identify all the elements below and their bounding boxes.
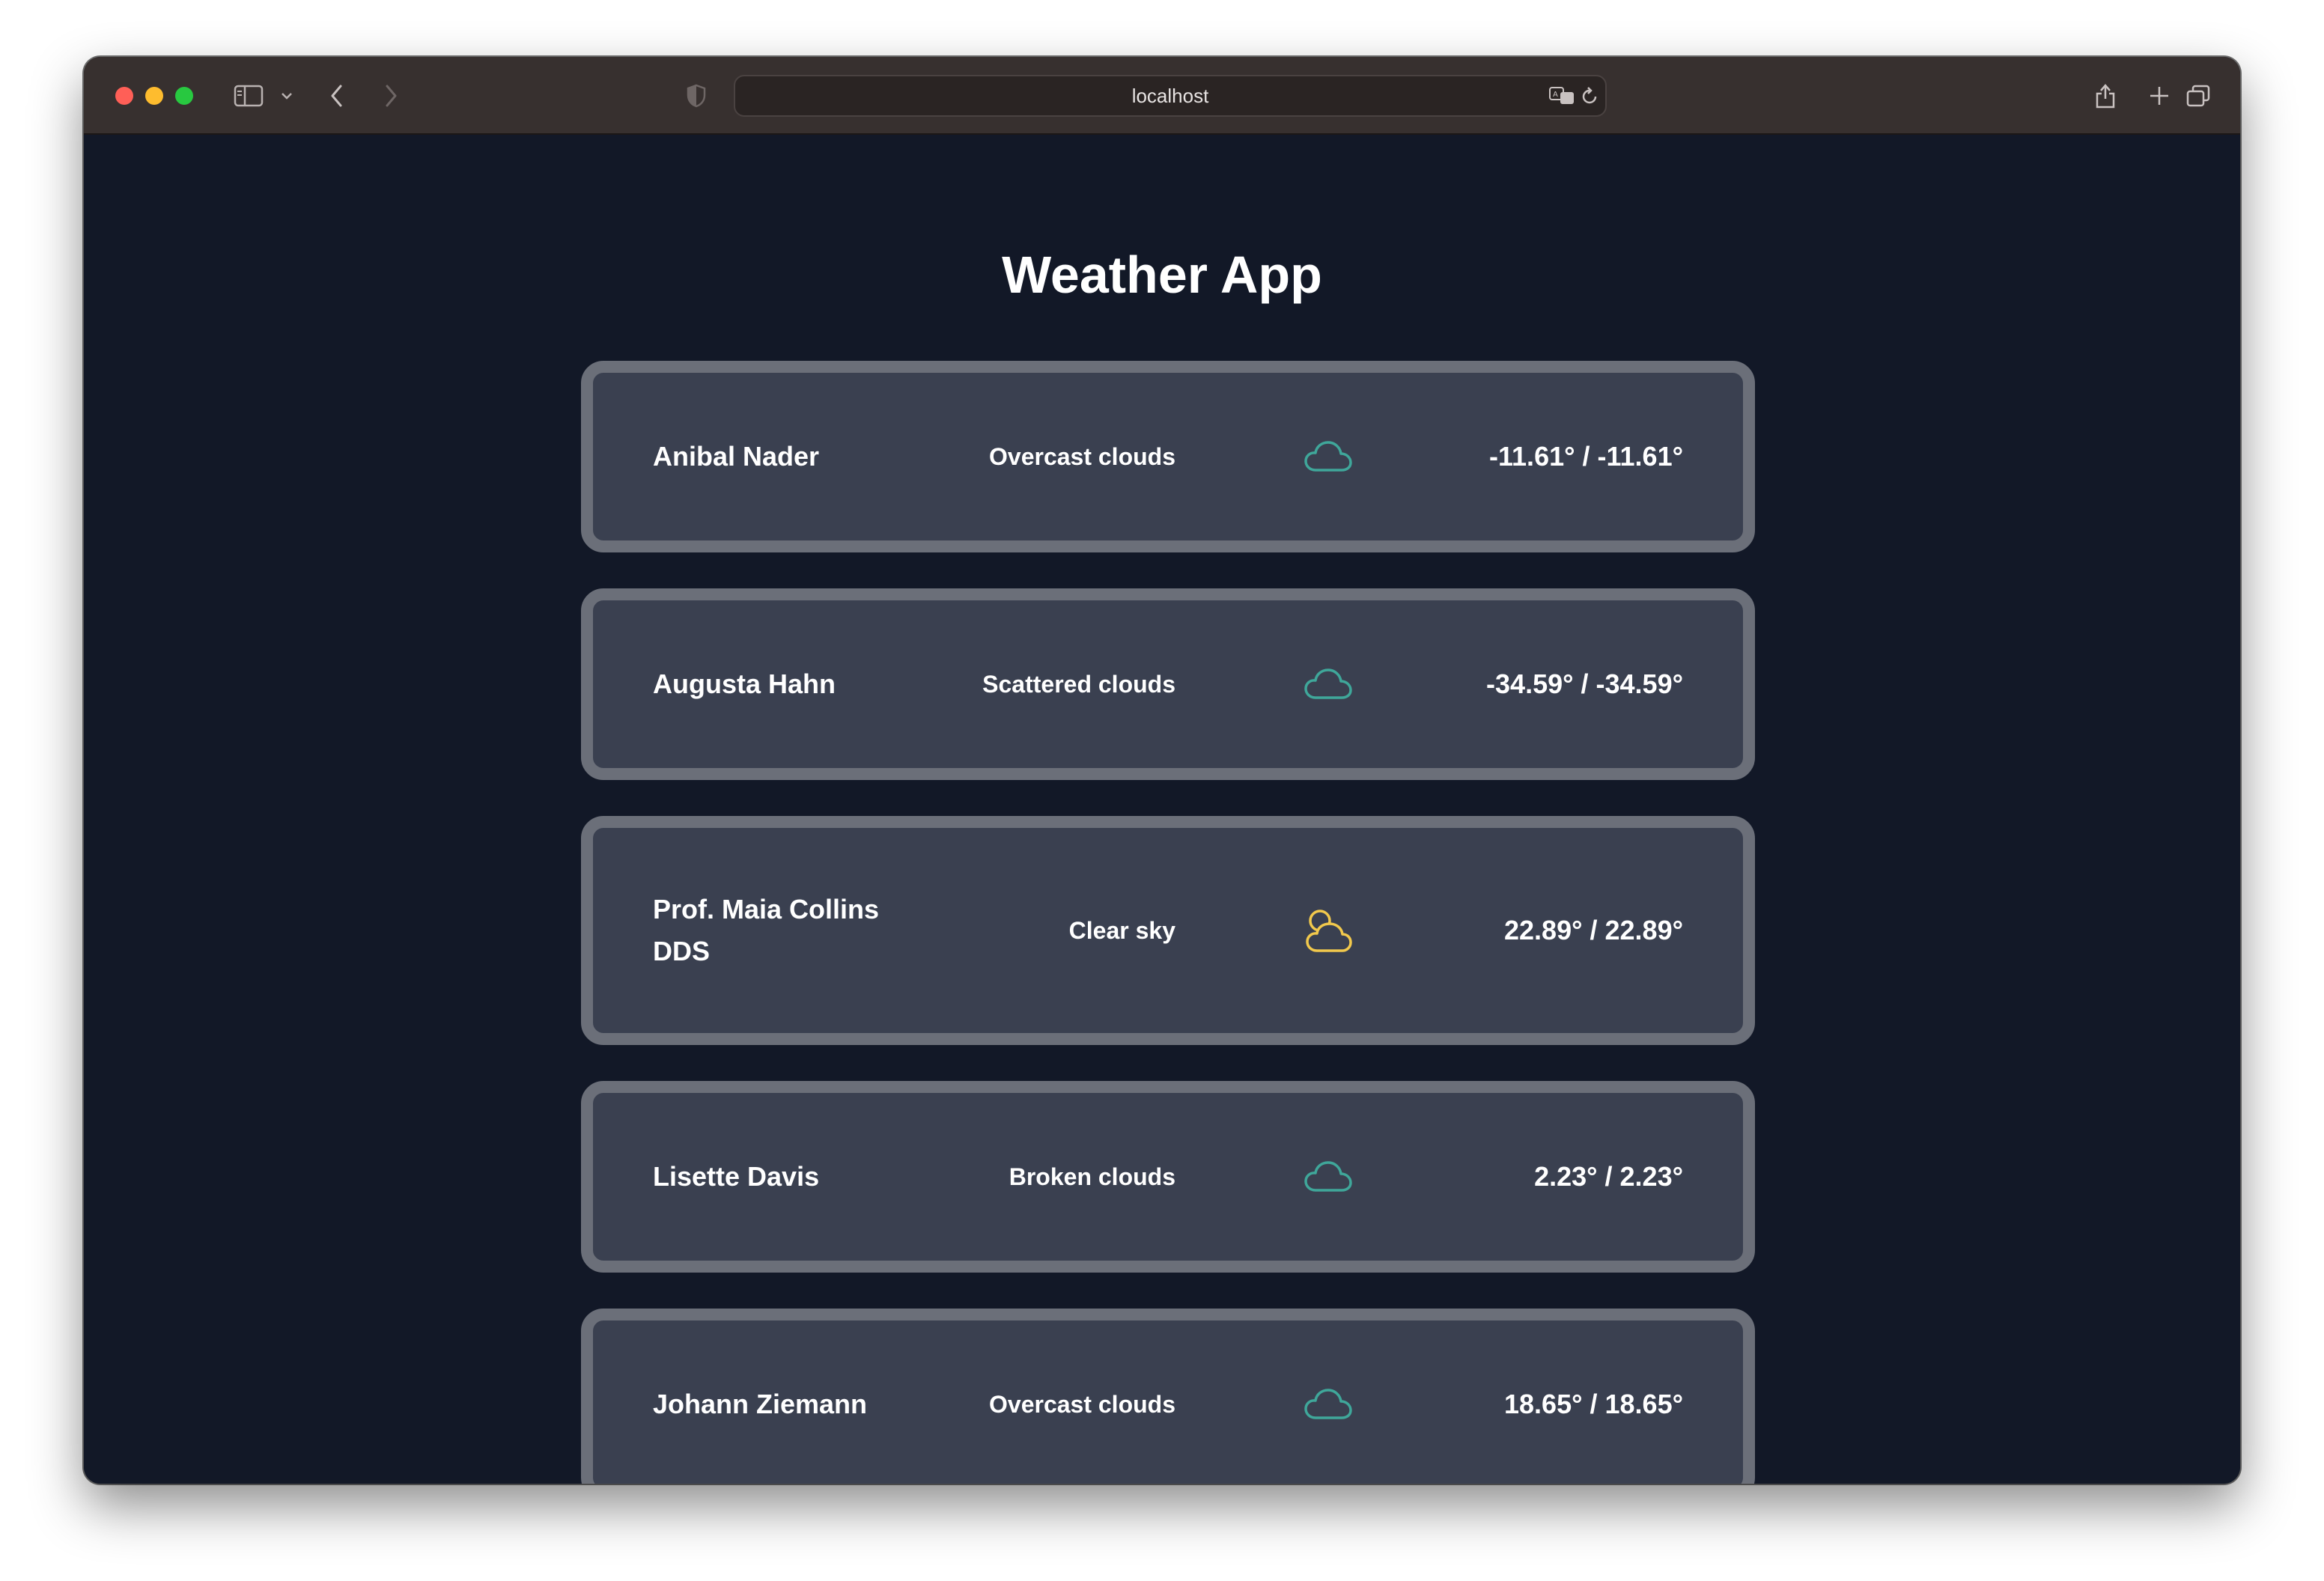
weather-card-list: Anibal Nader Overcast clouds -11.61° / -… (581, 361, 1755, 1484)
temperature: 22.89° / 22.89° (1504, 915, 1683, 945)
weather-description: Broken clouds (1009, 1163, 1175, 1190)
cloud-icon (1301, 1377, 1355, 1431)
weather-card: Prof. Maia Collins DDS Clear sky 22.89° … (581, 816, 1755, 1045)
new-tab-icon[interactable] (2144, 75, 2174, 117)
page-content: Weather App Anibal Nader Overcast clouds… (84, 135, 2240, 1484)
cloud-icon (1301, 1150, 1355, 1204)
weather-description: Scattered clouds (982, 670, 1175, 698)
temperature: 2.23° / 2.23° (1534, 1161, 1683, 1192)
address-text: localhost (1131, 84, 1209, 107)
reload-icon[interactable] (1578, 76, 1601, 115)
temperature: -34.59° / -34.59° (1486, 668, 1683, 699)
tab-overview-icon[interactable] (2183, 75, 2213, 117)
city-name: Augusta Hahn (653, 668, 836, 699)
maximize-window-button[interactable] (175, 87, 193, 105)
weather-card: Anibal Nader Overcast clouds -11.61° / -… (581, 361, 1755, 552)
forward-icon[interactable] (376, 75, 406, 117)
temperature: 18.65° / 18.65° (1504, 1389, 1683, 1419)
weather-card: Johann Ziemann Overcast clouds 18.65° / … (581, 1309, 1755, 1484)
city-name: Anibal Nader (653, 441, 820, 472)
weather-description: Overcast clouds (989, 1390, 1175, 1418)
address-bar[interactable]: localhost A (734, 75, 1607, 117)
city-name: Lisette Davis (653, 1161, 820, 1192)
weather-description: Overcast clouds (989, 442, 1175, 470)
share-icon[interactable] (2090, 75, 2120, 117)
cloud-icon (1301, 430, 1355, 484)
weather-card: Lisette Davis Broken clouds 2.23° / 2.23… (581, 1081, 1755, 1273)
temperature: -11.61° / -11.61° (1489, 441, 1683, 472)
minimize-window-button[interactable] (145, 87, 163, 105)
close-window-button[interactable] (115, 87, 133, 105)
city-name: Prof. Maia Collins DDS (653, 894, 880, 966)
privacy-shield-icon[interactable] (681, 75, 711, 117)
weather-card: Augusta Hahn Scattered clouds -34.59° / … (581, 588, 1755, 780)
translate-icon[interactable]: A (1547, 76, 1577, 115)
cloud-icon (1301, 657, 1355, 711)
browser-window: localhost A Weather App Anibal Nader Ove… (84, 57, 2240, 1484)
city-name: Johann Ziemann (653, 1389, 868, 1419)
page-title: Weather App (1002, 246, 1322, 304)
sidebar-toggle-icon[interactable] (231, 75, 267, 117)
browser-toolbar: localhost A (84, 57, 2240, 135)
back-icon[interactable] (322, 75, 352, 117)
sun-cloud-icon (1301, 904, 1355, 957)
weather-description: Clear sky (1068, 916, 1175, 944)
svg-text:A: A (1553, 91, 1558, 99)
chevron-down-icon[interactable] (276, 75, 298, 117)
